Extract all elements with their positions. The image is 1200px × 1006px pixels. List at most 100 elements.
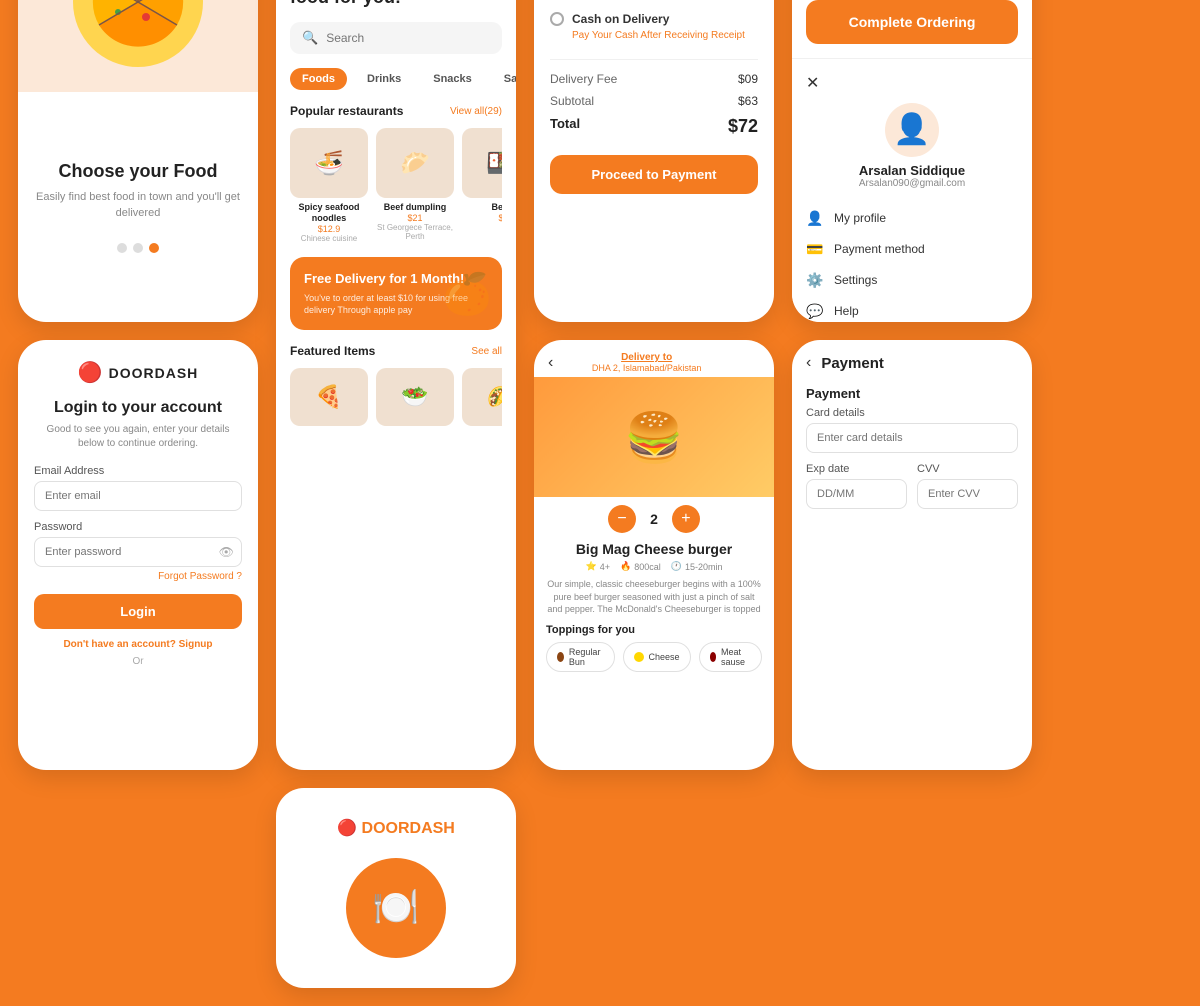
- payment-form-title: Payment: [821, 355, 884, 372]
- view-all-link[interactable]: View all(29): [450, 106, 502, 117]
- qty-value: 2: [650, 511, 658, 527]
- settings-icon: ⚙️: [806, 272, 824, 289]
- card-details-input[interactable]: [806, 423, 1018, 453]
- signup-link[interactable]: Signup: [179, 639, 213, 650]
- menu-help[interactable]: 💬 Help: [806, 296, 1018, 322]
- cvv-input[interactable]: [917, 479, 1018, 509]
- payment-method-label: Payment method: [834, 242, 925, 256]
- profile-email: Arsalan090@gmail.com: [859, 178, 965, 189]
- tab-sauce[interactable]: Sauce: [492, 68, 516, 90]
- toppings-label: Toppings for you: [534, 624, 774, 636]
- restaurant-image-3: 🍱: [462, 128, 502, 198]
- price-divider: [550, 59, 758, 60]
- subtotal-row: Subtotal $63: [550, 94, 758, 108]
- search-input[interactable]: [326, 31, 490, 45]
- profile-icon: 👤: [806, 210, 824, 227]
- pagination-dots: [117, 243, 159, 253]
- cash-on-delivery-option[interactable]: Cash on Delivery: [550, 12, 758, 26]
- proceed-to-payment-btn[interactable]: Proceed to Payment: [550, 155, 758, 194]
- topping-regular-bun[interactable]: Regular Bun: [546, 642, 615, 672]
- splash-brand-name: 🔴 DOORDASH: [337, 818, 455, 838]
- restaurant-name-1: Spicy seafood noodles: [290, 202, 368, 224]
- restaurant-card-3[interactable]: 🍱 Be... $: [462, 128, 502, 243]
- search-icon: 🔍: [302, 30, 318, 46]
- total-label: Total: [550, 116, 580, 137]
- delivery-fee-row: Delivery Fee $09: [550, 72, 758, 86]
- popular-section-header: Popular restaurants View all(29): [290, 104, 502, 118]
- promo-banner[interactable]: Free Delivery for 1 Month! You've to ord…: [290, 257, 502, 330]
- delivery-fee-label: Delivery Fee: [550, 72, 617, 86]
- back-button[interactable]: ‹: [548, 354, 553, 372]
- doordash-brand-name: DOORDASH: [109, 365, 199, 381]
- choose-food-screen: Choose your Food Easily find best food i…: [18, 0, 258, 322]
- total-row: Total $72: [550, 116, 758, 137]
- login-button[interactable]: Login: [34, 594, 242, 629]
- search-bar[interactable]: 🔍: [290, 22, 502, 54]
- login-title: Login to your account: [54, 399, 222, 417]
- password-field-wrap: 👁: [34, 537, 242, 567]
- featured-title: Featured Items: [290, 344, 375, 358]
- qty-increase-btn[interactable]: +: [672, 505, 700, 533]
- cvv-label: CVV: [917, 463, 1018, 475]
- profile-menu-section: ✕ 👤 Arsalan Siddique Arsalan090@gmail.co…: [792, 58, 1032, 322]
- payment-form-header: ‹ Payment: [806, 354, 1018, 372]
- dot-1: [117, 243, 127, 253]
- restaurant-name-2: Beef dumpling: [376, 202, 454, 213]
- profile-header: ✕: [806, 73, 1018, 93]
- tab-foods[interactable]: Foods: [290, 68, 347, 90]
- card-details-group: Card details: [806, 407, 1018, 453]
- item-rating: ⭐ 4+: [586, 561, 610, 572]
- email-input[interactable]: [34, 481, 242, 511]
- forgot-password-link[interactable]: Forgot Password ?: [158, 571, 242, 582]
- restaurant-card-1[interactable]: 🍜 Spicy seafood noodles $12.9 Chinese cu…: [290, 128, 368, 243]
- cod-label: Cash on Delivery: [572, 12, 669, 26]
- password-input[interactable]: [34, 537, 242, 567]
- tab-drinks[interactable]: Drinks: [355, 68, 413, 90]
- featured-item-3[interactable]: 🌮: [462, 368, 502, 426]
- cod-radio-btn[interactable]: [550, 12, 564, 26]
- doordash-logo: 🔴 DOORDASH: [78, 360, 199, 385]
- qty-decrease-btn[interactable]: −: [608, 505, 636, 533]
- choose-food-title: Choose your Food: [59, 161, 218, 182]
- item-description: Our simple, classic cheeseburger begins …: [534, 578, 774, 616]
- doordash-splash-screen: 🔴 DOORDASH 🍽️: [276, 788, 516, 988]
- popular-title: Popular restaurants: [290, 104, 403, 118]
- burger-image: 🍔: [534, 377, 774, 497]
- tab-snacks[interactable]: Snacks: [421, 68, 484, 90]
- login-subtitle: Good to see you again, enter your detail…: [34, 423, 242, 451]
- restaurant-price-2: $21: [376, 213, 454, 223]
- topping-dot-bun: [557, 652, 564, 662]
- topping-meat-sauce[interactable]: Meat sause: [699, 642, 762, 672]
- exp-date-group: Exp date: [806, 463, 907, 509]
- featured-item-2[interactable]: 🥗: [376, 368, 454, 426]
- menu-payment-method[interactable]: 💳 Payment method: [806, 234, 1018, 265]
- payment-form-subtitle: Payment: [806, 386, 1018, 401]
- delivery-to-small: Delivery to DHA 2, Islamabad/Pakistan: [592, 352, 702, 373]
- see-all-link[interactable]: See all: [471, 346, 502, 357]
- payment-back-btn[interactable]: ‹: [806, 354, 811, 372]
- exp-date-input[interactable]: [806, 479, 907, 509]
- featured-section-header: Featured Items See all: [290, 344, 502, 358]
- restaurant-cuisine-1: Chinese cuisine: [290, 234, 368, 244]
- cvv-group: CVV: [917, 463, 1018, 509]
- item-meta: ⭐ 4+ 🔥 800cal 🕐 15-20min: [534, 561, 774, 572]
- restaurant-price-1: $12.9: [290, 224, 368, 234]
- restaurant-card-2[interactable]: 🥟 Beef dumpling $21 St Georgece Terrace,…: [376, 128, 454, 243]
- topping-cheese[interactable]: Cheese: [623, 642, 691, 672]
- dot-3: [149, 243, 159, 253]
- item-time: 🕐 15-20min: [671, 561, 723, 572]
- category-tabs: Foods Drinks Snacks Sauce: [290, 68, 502, 90]
- restaurant-price-3: $: [462, 213, 502, 223]
- toppings-row: Regular Bun Cheese Meat sause: [534, 642, 774, 672]
- splash-fork-icon: 🍽️: [372, 886, 419, 930]
- featured-item-1[interactable]: 🍕: [290, 368, 368, 426]
- toggle-password-icon[interactable]: 👁: [219, 545, 234, 559]
- my-profile-label: My profile: [834, 211, 886, 225]
- menu-my-profile[interactable]: 👤 My profile: [806, 203, 1018, 234]
- complete-ordering-btn[interactable]: Complete Ordering: [806, 0, 1018, 44]
- close-profile-btn[interactable]: ✕: [806, 73, 819, 93]
- exp-cvv-row: Exp date CVV: [806, 463, 1018, 519]
- main-app-screen: Delivery to DHA 2, Islamabad/Pakistan 🛒 …: [276, 0, 516, 770]
- card-details-label: Card details: [806, 407, 1018, 419]
- menu-settings[interactable]: ⚙️ Settings: [806, 265, 1018, 296]
